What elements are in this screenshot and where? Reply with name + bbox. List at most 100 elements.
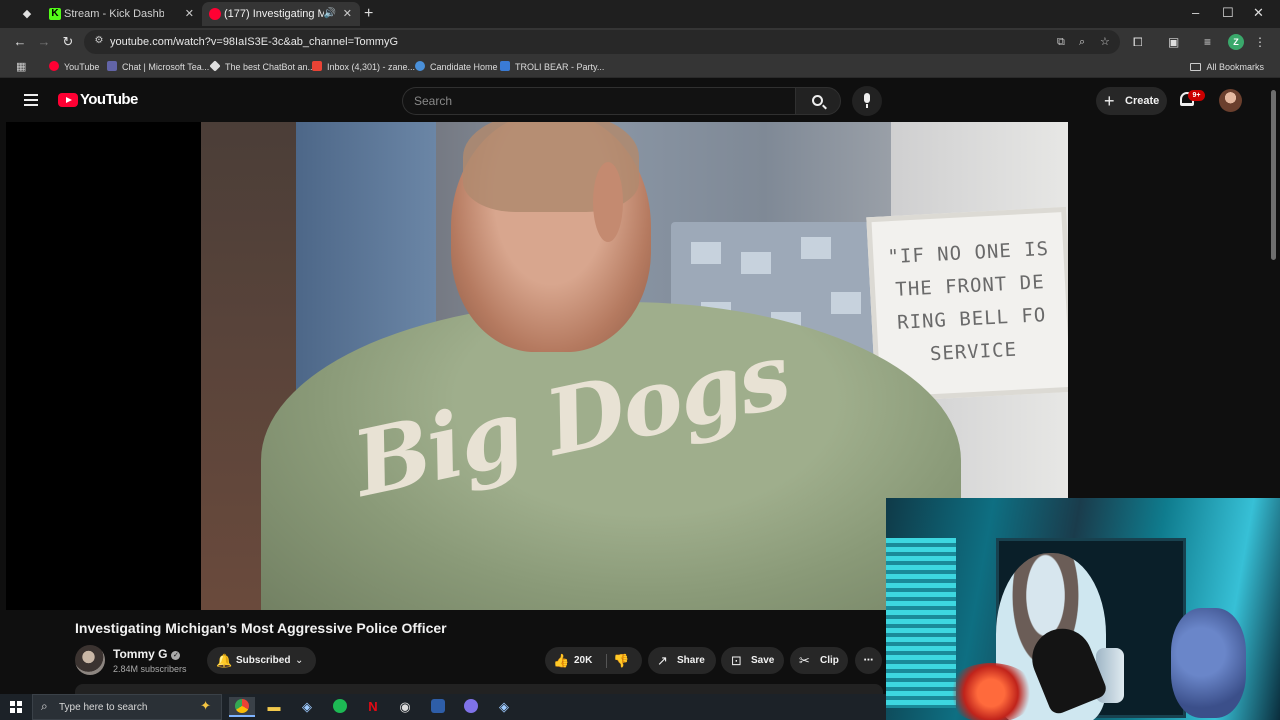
notification-badge: 9+ <box>1188 90 1205 101</box>
install-app-icon[interactable]: ⧉ <box>1057 34 1065 50</box>
media-controls-icon[interactable]: ≡ <box>1204 33 1211 51</box>
close-tab-icon[interactable]: ✕ <box>343 2 352 26</box>
all-bookmarks-label: All Bookmarks <box>1206 62 1264 72</box>
chrome-menu-icon[interactable]: ⋮ <box>1254 33 1266 51</box>
bookmark-troli-bear[interactable]: TROLI BEAR - Party... <box>500 56 604 78</box>
verified-badge-icon: ✓ <box>171 651 181 660</box>
user-avatar[interactable] <box>1219 89 1242 112</box>
zoom-icon[interactable]: ⌕ <box>1079 34 1085 50</box>
folder-icon <box>1190 63 1202 71</box>
youtube-icon <box>49 61 59 71</box>
tab-kick-dashboard[interactable]: K Stream - Kick Dashboard ✕ <box>42 2 202 26</box>
youtube-icon <box>209 8 221 20</box>
youtube-wordmark[interactable]: YouTube <box>80 91 138 109</box>
chevron-down-icon: ⌄ <box>295 655 304 666</box>
forward-icon[interactable]: → <box>35 33 53 51</box>
bell-icon: 🔔 <box>216 653 233 668</box>
chrome-taskbar-icon[interactable] <box>229 697 255 717</box>
side-panel-icon[interactable]: ▣ <box>1168 33 1179 51</box>
sparkle-icon: ✦ <box>200 698 211 713</box>
discord-icon[interactable] <box>458 697 484 717</box>
bookmark-chatbot[interactable]: The best ChatBot an... <box>209 56 316 78</box>
openai-icon <box>209 60 221 72</box>
scissors-icon: ✂ <box>799 653 810 668</box>
like-divider <box>606 654 607 668</box>
windows-taskbar: ⌕ ✦ ▬ ◈ N ◉ ◈ <box>0 694 886 720</box>
search-button[interactable] <box>795 87 841 115</box>
channel-name[interactable]: Tommy G ✓ <box>113 646 181 662</box>
like-count[interactable]: 20K <box>574 647 592 674</box>
tab-search-icon[interactable]: ◆ <box>19 6 35 22</box>
like-button[interactable]: 👍 <box>553 647 569 674</box>
bookmark-inbox[interactable]: Inbox (4,301) - zane... <box>312 56 415 78</box>
scrollbar-thumb[interactable] <box>1271 90 1276 260</box>
youtube-logo-icon[interactable] <box>58 93 78 107</box>
webcam-overlay <box>886 498 1280 720</box>
youtube-masthead: YouTube + Create <box>0 78 1268 122</box>
close-tab-icon[interactable]: ✕ <box>185 2 194 26</box>
bookmark-label: YouTube <box>64 62 100 72</box>
profile-avatar[interactable]: Z <box>1228 34 1244 50</box>
teams-icon <box>107 61 117 71</box>
apps-grid-icon[interactable]: ▦ <box>16 60 26 74</box>
candidate-icon <box>415 61 425 71</box>
new-tab-button[interactable]: + <box>364 3 373 25</box>
share-button[interactable]: ↗ Share <box>648 647 716 674</box>
video-player[interactable]: "IF NO ONE IS THE FRONT DE RING BELL FO … <box>6 122 1068 610</box>
steam-alt-icon[interactable]: ◈ <box>491 697 517 717</box>
minimize-button[interactable]: – <box>1192 4 1199 22</box>
bookmark-candidate-home[interactable]: Candidate Home <box>415 56 498 78</box>
all-bookmarks-button[interactable]: All Bookmarks <box>1190 56 1264 78</box>
description-box[interactable] <box>75 684 883 694</box>
tab-title: Stream - Kick Dashboard <box>64 8 164 20</box>
voice-search-button[interactable] <box>852 86 882 116</box>
share-icon: ↗ <box>657 653 668 668</box>
browser-toolbar: ← → ↻ ⚙ youtube.com/watch?v=98IaIS3E-3c&… <box>0 28 1280 56</box>
bookmark-star-icon[interactable]: ☆ <box>1100 34 1110 50</box>
obs-icon[interactable]: ◉ <box>392 697 418 717</box>
channel-avatar[interactable] <box>75 645 105 675</box>
bookmark-label: The best ChatBot an... <box>225 62 316 72</box>
bookmark-teams-chat[interactable]: Chat | Microsoft Tea... <box>107 56 209 78</box>
save-button[interactable]: ⊡ Save <box>721 647 784 674</box>
windows-start-icon[interactable] <box>10 701 22 713</box>
reload-icon[interactable]: ↻ <box>59 33 77 51</box>
close-window-button[interactable]: ✕ <box>1253 4 1264 22</box>
webcam-window-blinds <box>886 538 956 708</box>
taskbar-search-input[interactable] <box>59 695 189 719</box>
taskbar-search[interactable]: ⌕ ✦ <box>32 694 222 720</box>
tab-title: (177) Investigating Michiga <box>224 8 324 20</box>
spotify-icon[interactable] <box>327 697 353 717</box>
create-button[interactable]: + Create <box>1096 87 1167 115</box>
dislike-button[interactable]: 👎 <box>613 647 629 674</box>
video-title: Investigating Michigan’s Most Aggressive… <box>75 620 447 636</box>
file-explorer-icon[interactable]: ▬ <box>261 697 287 717</box>
like-dislike-group: 👍 20K 👎 <box>545 647 642 674</box>
clip-button[interactable]: ✂ Clip <box>790 647 848 674</box>
menu-icon[interactable] <box>24 94 38 106</box>
streamlabs-icon[interactable] <box>425 697 451 717</box>
bookmark-youtube[interactable]: YouTube <box>49 56 99 78</box>
subscribed-button[interactable]: 🔔 Subscribed ⌄ <box>207 647 316 674</box>
bookmark-icon: ⊡ <box>731 653 742 668</box>
address-bar[interactable]: ⚙ youtube.com/watch?v=98IaIS3E-3c&ab_cha… <box>84 30 1120 54</box>
tab-youtube-video[interactable]: (177) Investigating Michiga 🔊 ✕ <box>202 2 360 26</box>
netflix-icon[interactable]: N <box>360 697 386 717</box>
site-info-icon[interactable]: ⚙ <box>92 34 106 48</box>
subscribed-label: Subscribed <box>236 655 291 666</box>
search-input[interactable] <box>414 88 784 114</box>
bookmark-label: TROLI BEAR - Party... <box>515 62 605 72</box>
speaker-icon[interactable]: 🔊 <box>324 2 336 26</box>
url-text[interactable]: youtube.com/watch?v=98IaIS3E-3c&ab_chann… <box>110 30 398 54</box>
more-actions-button[interactable]: ⋯ <box>855 647 882 674</box>
maximize-button[interactable]: ☐ <box>1222 4 1234 22</box>
channel-name-text[interactable]: Tommy G <box>113 647 167 661</box>
plus-icon: + <box>1104 91 1115 111</box>
search-icon <box>812 95 823 106</box>
extensions-icon[interactable]: ⧠ <box>1133 33 1143 51</box>
back-icon[interactable]: ← <box>11 33 29 51</box>
steam-icon[interactable]: ◈ <box>294 697 320 717</box>
save-label: Save <box>751 655 775 666</box>
troli-icon <box>500 61 510 71</box>
search-icon: ⌕ <box>41 699 48 713</box>
